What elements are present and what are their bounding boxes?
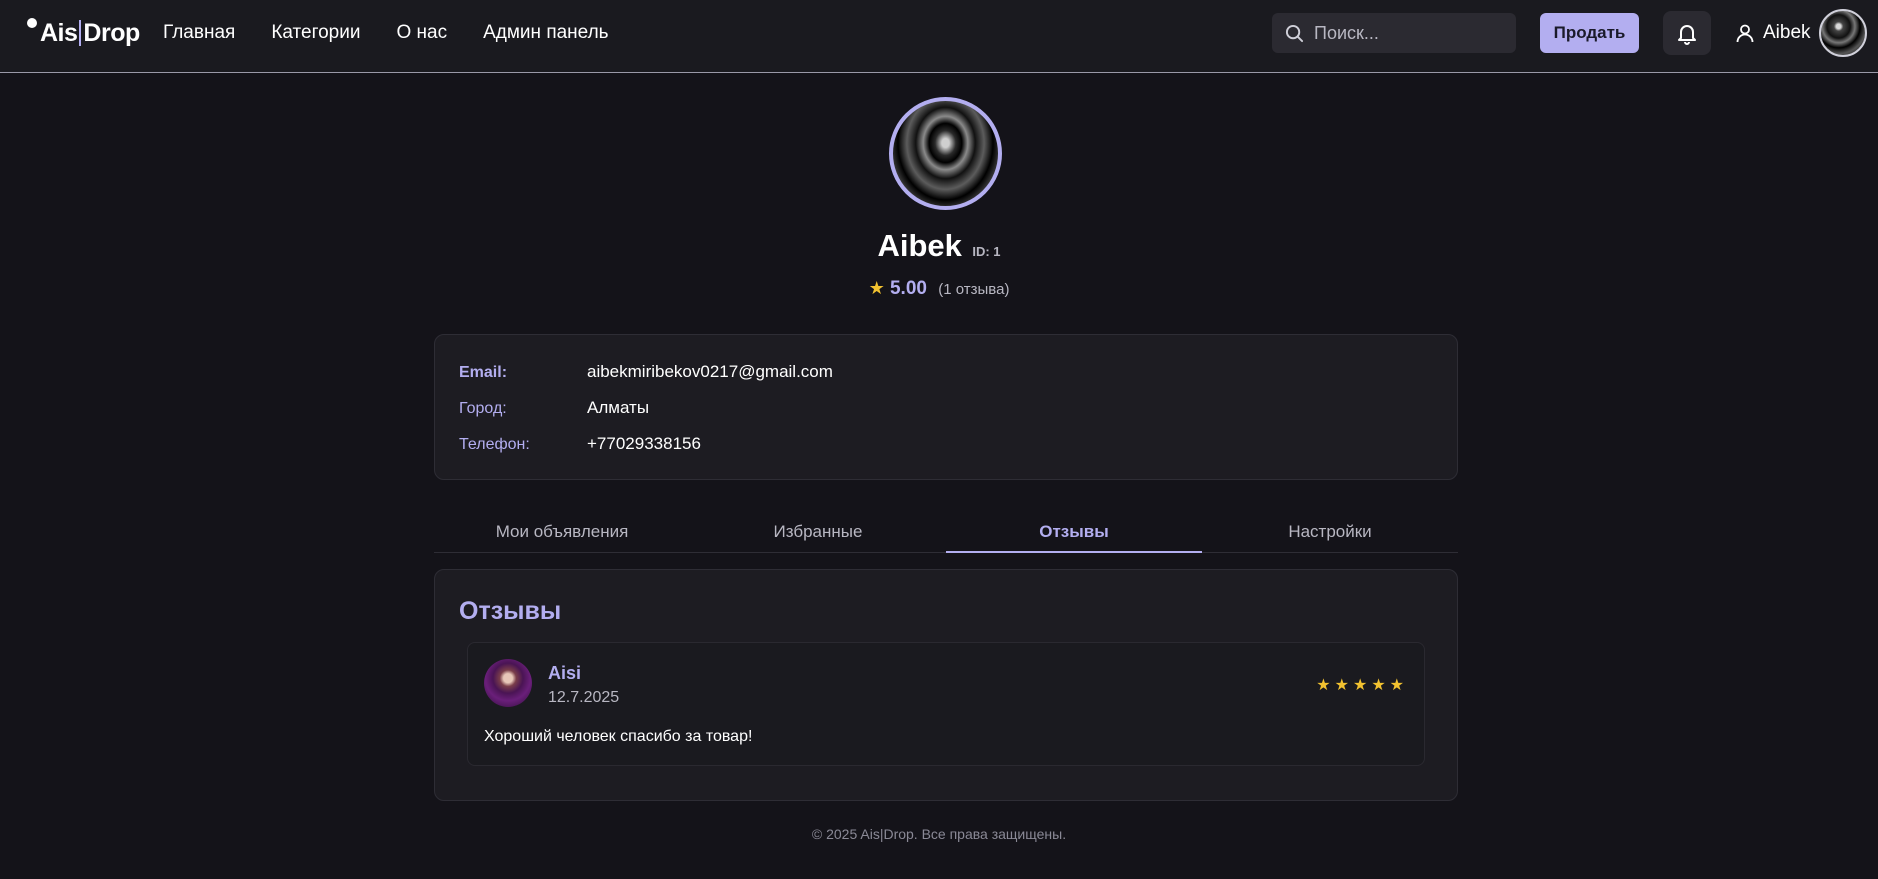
city-value: Алматы <box>587 398 650 417</box>
profile-name: Aibek <box>877 228 962 263</box>
profile-info-card: Email: aibekmiribekov0217@gmail.com Город… <box>434 334 1458 480</box>
phone-label: Телефон: <box>459 436 530 453</box>
nav-about[interactable]: О нас <box>396 22 447 44</box>
logo-text-right: Drop <box>83 18 140 47</box>
footer-copyright: © 2025 Ais|Drop. Все права защищены. <box>811 826 1067 842</box>
profile-id: ID: 1 <box>972 244 1001 259</box>
nav-admin-panel[interactable]: Админ панель <box>483 22 608 44</box>
phone-value: +77029338156 <box>587 434 701 453</box>
review-stars: ★★★★★ <box>1316 675 1408 695</box>
profile-rating: ★ 5.00 (1 отзыва) <box>0 278 1878 300</box>
tab-favorites[interactable]: Избранные <box>690 512 946 552</box>
user-icon <box>1736 24 1754 43</box>
reviews-title: Отзывы <box>459 597 562 625</box>
review-star-icon: ★ <box>1352 677 1372 694</box>
tab-reviews[interactable]: Отзывы <box>946 512 1202 553</box>
review-date: 12.7.2025 <box>548 689 620 706</box>
notifications-button[interactable] <box>1663 11 1711 55</box>
info-row-phone: Телефон: +77029338156 <box>459 434 701 454</box>
nav-categories[interactable]: Категории <box>271 22 360 44</box>
review-star-icon: ★ <box>1334 677 1353 694</box>
profile-name-row: Aibek ID: 1 <box>0 228 1878 264</box>
search-box[interactable] <box>1272 13 1516 53</box>
sell-button[interactable]: Продать <box>1540 13 1639 53</box>
header-username: Aibek <box>1763 22 1811 43</box>
nav-home[interactable]: Главная <box>163 22 235 44</box>
star-icon: ★ <box>868 278 885 298</box>
logo-text-left: Ais <box>40 18 78 47</box>
top-header: Ais Drop Главная Категории О нас Админ п… <box>0 0 1878 73</box>
site-logo[interactable]: Ais Drop <box>26 18 140 48</box>
info-row-city: Город: Алматы <box>459 398 649 418</box>
logo-dot-icon <box>27 18 37 28</box>
email-value: aibekmiribekov0217@gmail.com <box>587 362 833 381</box>
review-text: Хороший человек спасибо за товар! <box>484 728 753 745</box>
profile-avatar <box>889 97 1002 210</box>
rating-value: 5.00 <box>889 278 927 299</box>
rating-count: (1 отзыва) <box>938 281 1010 298</box>
header-avatar[interactable] <box>1818 9 1867 57</box>
reviewer-avatar[interactable] <box>484 659 532 707</box>
logo-separator <box>79 20 82 46</box>
profile-tabs: Мои объявления Избранные Отзывы Настройк… <box>434 512 1458 553</box>
reviewer-name[interactable]: Aisi <box>548 663 581 684</box>
reviews-panel: Отзывы Aisi 12.7.2025 ★★★★★ Хороший чело… <box>434 569 1458 801</box>
review-item: Aisi 12.7.2025 ★★★★★ Хороший человек спа… <box>467 642 1425 766</box>
info-row-email: Email: aibekmiribekov0217@gmail.com <box>459 362 833 382</box>
tab-settings[interactable]: Настройки <box>1202 512 1458 552</box>
review-star-icon: ★ <box>1316 677 1335 694</box>
main-nav: Главная Категории О нас Админ панель <box>163 0 645 66</box>
review-star-icon: ★ <box>1389 677 1408 694</box>
bell-icon <box>1678 25 1696 45</box>
city-label: Город: <box>459 400 507 417</box>
user-menu[interactable]: Aibek <box>1735 8 1867 58</box>
email-label: Email: <box>459 364 508 381</box>
review-star-icon: ★ <box>1371 677 1390 694</box>
tab-my-listings[interactable]: Мои объявления <box>434 512 690 552</box>
search-input[interactable] <box>1314 22 1504 44</box>
search-icon <box>1285 24 1304 42</box>
